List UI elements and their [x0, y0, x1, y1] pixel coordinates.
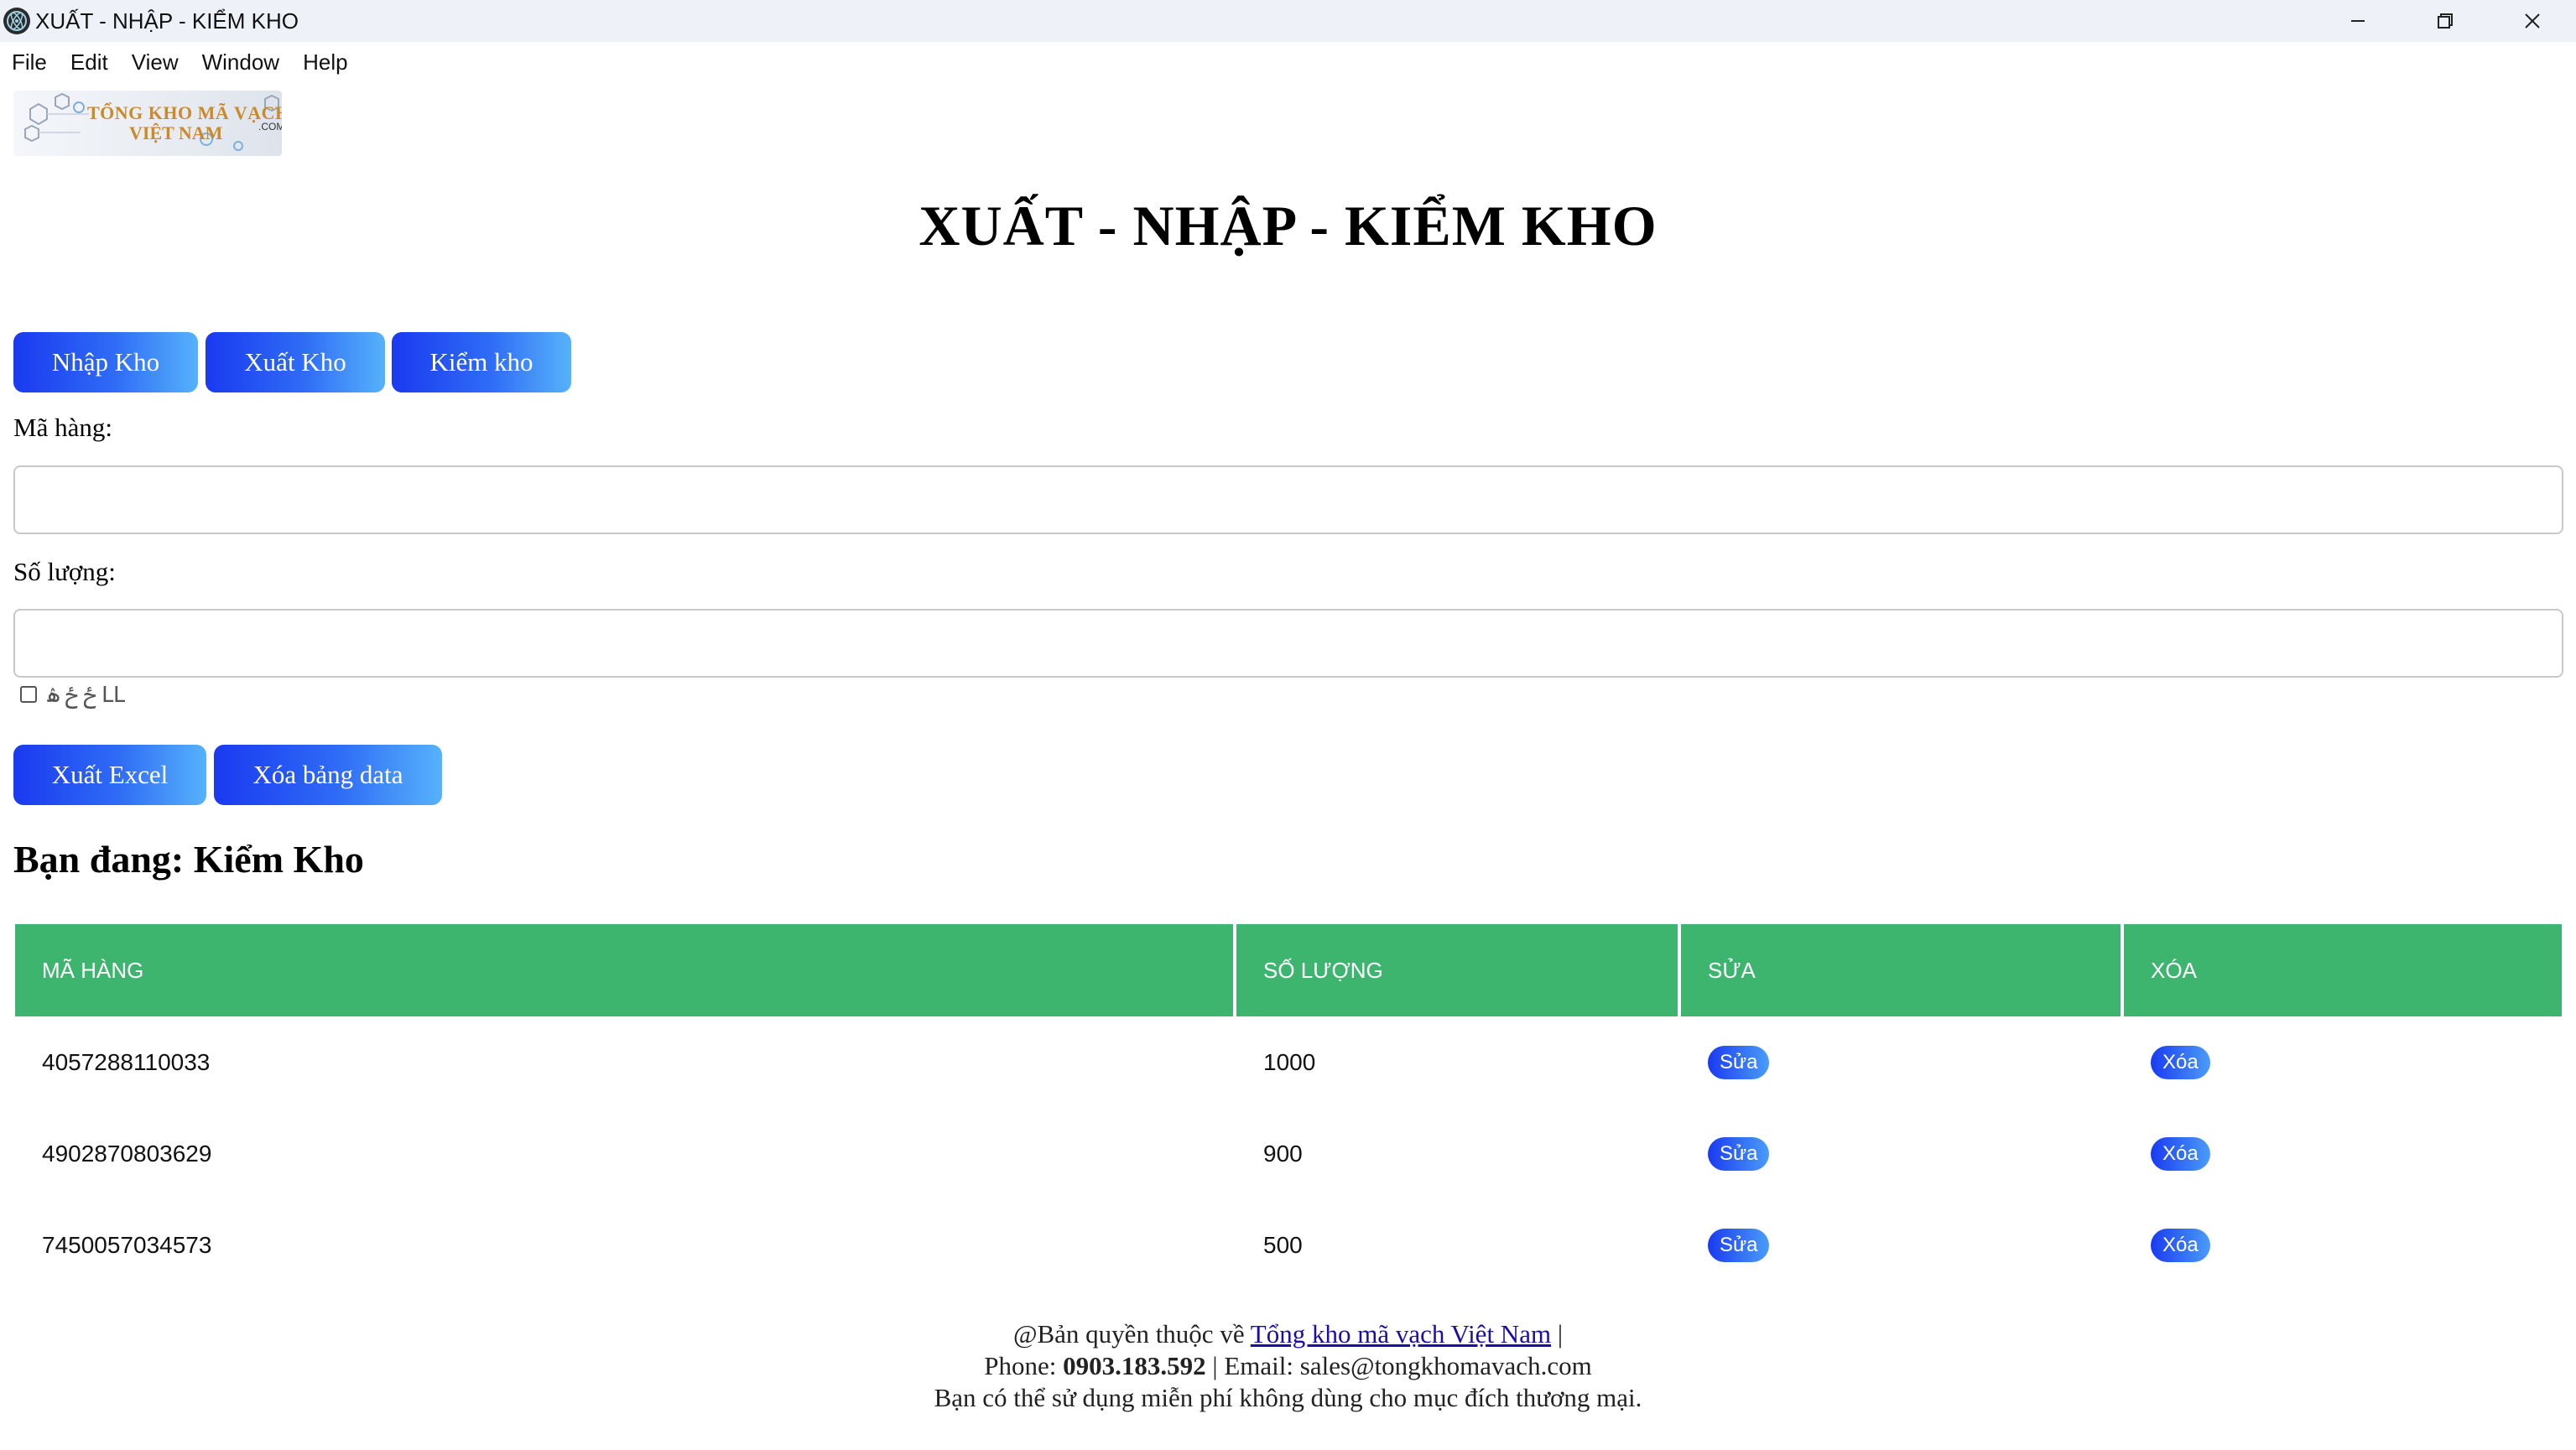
option-checkbox[interactable] [20, 686, 37, 703]
close-button[interactable] [2489, 0, 2576, 42]
cell-qty: 500 [1263, 1231, 1303, 1258]
delete-button[interactable]: Xóa [2151, 1228, 2210, 1262]
delete-button[interactable]: Xóa [2151, 1045, 2210, 1079]
logo-text-suffix: .COM [258, 121, 282, 133]
header-edit: SỬA [1681, 924, 2124, 1016]
edit-cell: Sửa [1681, 1136, 2124, 1171]
cell-qty: 1000 [1263, 1048, 1316, 1075]
menu-bar: File Edit View Window Help [0, 42, 2576, 82]
footer-company-link[interactable]: Tổng kho mã vạch Việt Nam [1251, 1319, 1551, 1349]
footer-contact-line: Phone: 0903.183.592 | Email: sales@tongk… [0, 1350, 2576, 1382]
code-input[interactable] [13, 465, 2563, 534]
close-icon [2525, 13, 2540, 29]
footer-phone: 0903.183.592 [1063, 1351, 1206, 1380]
checkbox-label: ځ ځ ۿ ԼԼ [47, 683, 125, 707]
table-row: 4057288110033 1000 Sửa Xóa [15, 1016, 2562, 1108]
table-row: 7450057034573 500 Sửa Xóa [15, 1199, 2562, 1291]
cell-code: 4902870803629 [42, 1140, 212, 1167]
edit-cell: Sửa [1681, 1228, 2124, 1262]
window-titlebar: XUẤT - NHẬP - KIỂM KHO [0, 0, 2576, 42]
cell-qty: 900 [1263, 1140, 1303, 1167]
footer-separator: | [1557, 1319, 1564, 1349]
tab-xuat-kho[interactable]: Xuất Kho [206, 332, 385, 392]
delete-button[interactable]: Xóa [2151, 1136, 2210, 1171]
page-title: XUẤT - NHẬP - KIỂM KHO [919, 194, 1657, 257]
minimize-icon [2351, 20, 2365, 22]
menu-edit[interactable]: Edit [59, 49, 120, 75]
qty-input[interactable] [13, 609, 2563, 678]
footer-copyright-line: @Bản quyền thuộc về Tổng kho mã vạch Việ… [0, 1318, 2576, 1350]
menu-file[interactable]: File [0, 49, 59, 75]
cell-code: 4057288110033 [42, 1048, 211, 1075]
app-icon [3, 8, 30, 34]
page-footer: @Bản quyền thuộc về Tổng kho mã vạch Việ… [0, 1318, 2576, 1414]
company-logo: TỔNG KHO MÃ VẠCH VIỆT NAM .COM [13, 91, 282, 156]
tab-nhap-kho[interactable]: Nhập Kho [13, 332, 198, 392]
header-code: MÃ HÀNG [15, 924, 1236, 1016]
footer-phone-label: Phone: [984, 1351, 1057, 1380]
menu-window[interactable]: Window [190, 49, 291, 75]
code-label: Mã hàng: [13, 413, 112, 442]
delete-cell: Xóa [2124, 1228, 2562, 1262]
export-excel-button[interactable]: Xuất Excel [13, 745, 206, 805]
logo-text-line2: VIỆT NAM [129, 122, 223, 143]
logo-text-line1: TỔNG KHO MÃ VẠCH [87, 102, 282, 123]
delete-cell: Xóa [2124, 1136, 2562, 1171]
menu-view[interactable]: View [120, 49, 190, 75]
footer-note: Bạn có thể sử dụng miễn phí không dùng c… [934, 1383, 1642, 1412]
header-qty: SỐ LƯỢNG [1236, 924, 1681, 1016]
header-delete: XÓA [2151, 957, 2197, 983]
edit-button[interactable]: Sửa [1708, 1045, 1770, 1079]
minimize-button[interactable] [2314, 0, 2402, 42]
cell-code: 7450057034573 [42, 1231, 212, 1258]
table-row: 4902870803629 900 Sửa Xóa [15, 1108, 2562, 1199]
window-title: XUẤT - NHẬP - KIỂM KHO [35, 8, 299, 34]
restore-icon [2438, 13, 2453, 29]
footer-email: | Email: sales@tongkhomavach.com [1212, 1351, 1592, 1380]
inventory-table: MÃ HÀNG SỐ LƯỢNG SỬA XÓA 4057288110033 1… [15, 924, 2562, 1291]
delete-cell: Xóa [2124, 1045, 2562, 1079]
edit-button[interactable]: Sửa [1708, 1228, 1770, 1262]
tab-kiem-kho[interactable]: Kiểm kho [392, 332, 571, 392]
restore-button[interactable] [2402, 0, 2489, 42]
mode-status-heading: Bạn đang: Kiểm Kho [13, 838, 364, 881]
footer-copyright-prefix: @Bản quyền thuộc về [1012, 1319, 1245, 1349]
edit-cell: Sửa [1681, 1045, 2124, 1079]
clear-data-button[interactable]: Xóa bảng data [214, 745, 442, 805]
edit-button[interactable]: Sửa [1708, 1136, 1770, 1171]
menu-help[interactable]: Help [291, 49, 359, 75]
qty-label: Số lượng: [13, 557, 116, 586]
table-header: MÃ HÀNG SỐ LƯỢNG SỬA XÓA [15, 924, 2562, 1016]
